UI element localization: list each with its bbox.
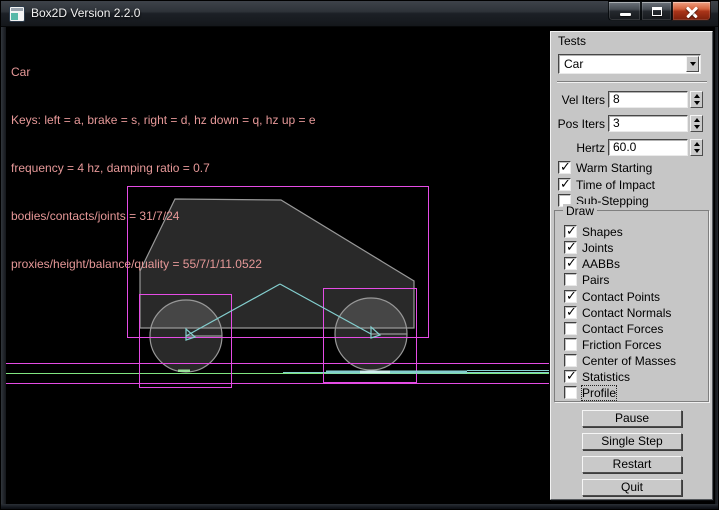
hud-test-name: Car — [11, 64, 316, 80]
checkbox-label: Joints — [582, 241, 613, 255]
hertz-field[interactable]: 60.0 — [608, 139, 688, 156]
pos-iters-spin-down[interactable] — [691, 124, 702, 132]
app-icon-detail — [11, 8, 23, 11]
single-step-button[interactable]: Single Step — [582, 433, 682, 450]
pos-iters-spin-up[interactable] — [691, 116, 702, 124]
quit-button[interactable]: Quit — [582, 479, 682, 496]
window-content: Car Keys: left = a, brake = s, right = d… — [6, 27, 715, 504]
vel-iters-spin-up[interactable] — [691, 92, 702, 100]
app-window: Box2D Version 2.2.0 — [0, 0, 719, 510]
hud-proxy-stats: proxies/height/balance/quality = 55/7/1/… — [11, 256, 316, 272]
tests-label: Tests — [558, 34, 586, 48]
hertz-spinner — [690, 139, 703, 156]
arrow-down-icon — [694, 149, 700, 153]
vel-iters-spin-down[interactable] — [691, 100, 702, 108]
tests-dropdown[interactable]: Car — [558, 54, 701, 74]
checkbox-label: Pairs — [582, 273, 609, 287]
hertz-spin-down[interactable] — [691, 148, 702, 156]
vel-iters-field[interactable]: 8 — [608, 91, 688, 108]
minimize-button[interactable] — [608, 1, 641, 21]
pos-iters-field[interactable]: 3 — [608, 115, 688, 132]
checkbox-label: Contact Forces — [582, 322, 663, 336]
window-border-bottom — [1, 504, 719, 510]
checkbox-label: AABBs — [582, 257, 620, 271]
checkbox-label: Center of Masses — [582, 354, 676, 368]
arrow-down-icon — [694, 125, 700, 129]
draw-group: Draw Shapes Joints AABBs Pairs — [554, 210, 709, 402]
simulation-canvas[interactable]: Car Keys: left = a, brake = s, right = d… — [6, 27, 549, 504]
pos-iters-row: Pos Iters 3 — [551, 115, 714, 132]
hertz-spin-up[interactable] — [691, 140, 702, 148]
window-title: Box2D Version 2.2.0 — [31, 1, 140, 26]
caption-buttons — [608, 1, 711, 22]
hud-frequency: frequency = 4 hz, damping ratio = 0.7 — [11, 160, 316, 176]
vel-iters-value: 8 — [613, 93, 620, 106]
pos-iters-label: Pos Iters — [551, 117, 605, 131]
debug-text-overlay: Car Keys: left = a, brake = s, right = d… — [11, 32, 316, 304]
checkbox-box[interactable] — [564, 370, 577, 383]
hertz-value: 60.0 — [613, 141, 636, 154]
checkbox-label: Contact Normals — [582, 306, 671, 320]
restart-button[interactable]: Restart — [582, 456, 682, 473]
vel-iters-spinner — [690, 91, 703, 108]
arrow-down-icon — [694, 101, 700, 105]
checkbox-box[interactable] — [564, 241, 577, 254]
chevron-down-icon — [690, 62, 696, 66]
checkbox-box[interactable] — [564, 386, 577, 399]
hud-body-stats: bodies/contacts/joints = 31/7/24 — [11, 208, 316, 224]
vel-iters-label: Vel Iters — [551, 93, 605, 107]
tests-dropdown-value: Car — [564, 56, 583, 72]
checkbox-box[interactable] — [558, 161, 571, 174]
checkbox-label: Friction Forces — [582, 338, 661, 352]
maximize-button[interactable] — [641, 1, 672, 21]
checkbox-label: Time of Impact — [576, 178, 655, 192]
dropdown-arrow-button[interactable] — [686, 56, 699, 72]
checkbox-box[interactable] — [564, 225, 577, 238]
checkbox-label: Profile — [582, 386, 616, 400]
pause-button[interactable]: Pause — [582, 410, 682, 427]
arrow-up-icon — [694, 142, 700, 146]
vel-iters-row: Vel Iters 8 — [551, 91, 714, 108]
separator — [557, 81, 707, 83]
close-button[interactable] — [672, 1, 711, 21]
maximize-icon — [652, 7, 662, 16]
hertz-label: Hertz — [551, 141, 605, 155]
control-panel: Tests Car Vel Iters 8 Pos I — [550, 31, 713, 500]
checkbox-box[interactable] — [564, 338, 577, 351]
checkbox-label: Statistics — [582, 370, 630, 384]
titlebar[interactable]: Box2D Version 2.2.0 — [1, 1, 719, 27]
hud-keys: Keys: left = a, brake = s, right = d, hz… — [11, 112, 316, 128]
app-icon-detail — [11, 13, 18, 20]
hertz-row: Hertz 60.0 — [551, 139, 714, 156]
checkbox-box[interactable] — [564, 354, 577, 367]
arrow-up-icon — [694, 94, 700, 98]
app-icon — [9, 6, 25, 22]
minimize-icon — [620, 13, 631, 16]
close-icon — [685, 11, 699, 13]
arrow-up-icon — [694, 118, 700, 122]
checkbox-box[interactable] — [564, 257, 577, 270]
checkbox-box[interactable] — [564, 290, 577, 303]
checkbox-box[interactable] — [564, 273, 577, 286]
checkbox-label: Contact Points — [582, 290, 660, 304]
pos-iters-spinner — [690, 115, 703, 132]
checkbox-label: Warm Starting — [576, 161, 652, 175]
checkbox-box[interactable] — [564, 322, 577, 335]
draw-group-label: Draw — [563, 204, 597, 218]
pos-iters-value: 3 — [613, 117, 620, 130]
window-border-right — [715, 27, 719, 504]
checkbox-box[interactable] — [564, 306, 577, 319]
checkbox-label: Shapes — [582, 225, 623, 239]
checkbox-box[interactable] — [558, 178, 571, 191]
